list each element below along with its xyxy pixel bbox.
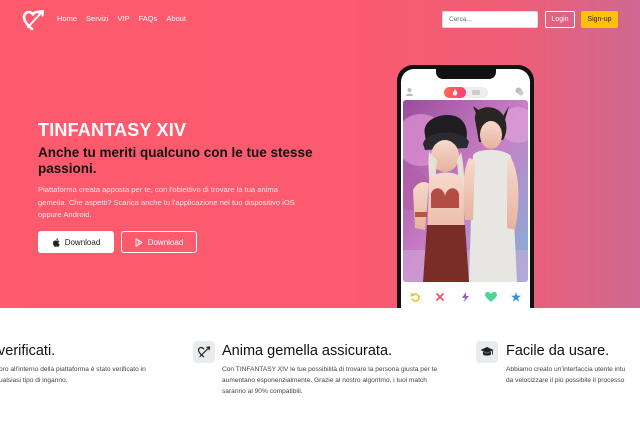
feature-1-title: verificati. (0, 343, 56, 359)
feature-2-line-2: aumentano esponenzialmente. Grazie al no… (222, 377, 427, 384)
download-android-button[interactable]: Download (121, 231, 197, 253)
hero-description: Piattaforma creata apposta per te, con l… (38, 185, 295, 219)
nav-links: Home Servizi VIP FAQs About (57, 14, 186, 23)
play-store-icon (135, 237, 143, 247)
search-input[interactable] (442, 11, 538, 28)
feature-1-line-2: ualsiasi tipo di inganno. (0, 377, 68, 384)
bolt-icon[interactable] (458, 289, 474, 305)
download-ios-label: Download (64, 237, 101, 247)
login-button[interactable]: Login (545, 11, 575, 28)
download-android-label: Download (147, 237, 184, 247)
download-ios-button[interactable]: Download (38, 231, 114, 253)
nav-vip[interactable]: VIP (118, 14, 130, 23)
feature-3-line-2: da velocizzare il più possibile il proce… (506, 377, 625, 384)
hero-tagline: Anche tu meriti qualcuno con le tue stes… (38, 145, 313, 176)
profile-icon (405, 88, 414, 96)
phone-notch (436, 69, 496, 79)
nav-home[interactable]: Home (57, 14, 77, 23)
heart-arrow-icon (193, 341, 215, 363)
phone-mockup (397, 65, 534, 308)
undo-icon[interactable] (407, 289, 423, 305)
flame-icon (452, 89, 458, 96)
feature-2-title: Anima gemella assicurata. (222, 343, 393, 359)
heart-icon[interactable] (483, 289, 499, 305)
hero-section: Home Servizi VIP FAQs About Login Sign-u… (0, 0, 640, 308)
nav-servizi[interactable]: Servizi (86, 14, 109, 23)
feature-2-line-1: Con TINFANTASY XIV le tue possibilità di… (222, 366, 438, 373)
graduation-cap-icon (476, 341, 498, 363)
swipe-actions (407, 289, 524, 305)
app-mode-toggle[interactable] (444, 87, 488, 98)
phone-screen (401, 69, 530, 308)
close-icon[interactable] (432, 289, 448, 305)
profile-photo (403, 100, 528, 282)
nav-about[interactable]: About (166, 14, 186, 23)
feature-2-line-3: saranno al 90% compatibili. (222, 388, 303, 395)
apple-icon (52, 237, 60, 247)
feature-3-title: Facile da usare. (506, 343, 610, 359)
messages-icon (515, 87, 524, 96)
star-icon[interactable] (508, 289, 524, 305)
brand-title: TINFANTASY XIV (38, 120, 187, 140)
feature-1-line-1: oro all'interno della piattaforma è stat… (0, 366, 146, 373)
features-section: verificati. oro all'interno della piatta… (0, 308, 640, 426)
feature-3-line-1: Abbiamo creato un'interfaccia utente int… (506, 366, 626, 373)
signup-button[interactable]: Sign-up (581, 11, 618, 28)
heart-arrow-logo-icon[interactable] (22, 8, 46, 32)
navbar: Home Servizi VIP FAQs About Login Sign-u… (0, 0, 640, 40)
nav-faqs[interactable]: FAQs (139, 14, 158, 23)
chat-icon (472, 90, 480, 95)
